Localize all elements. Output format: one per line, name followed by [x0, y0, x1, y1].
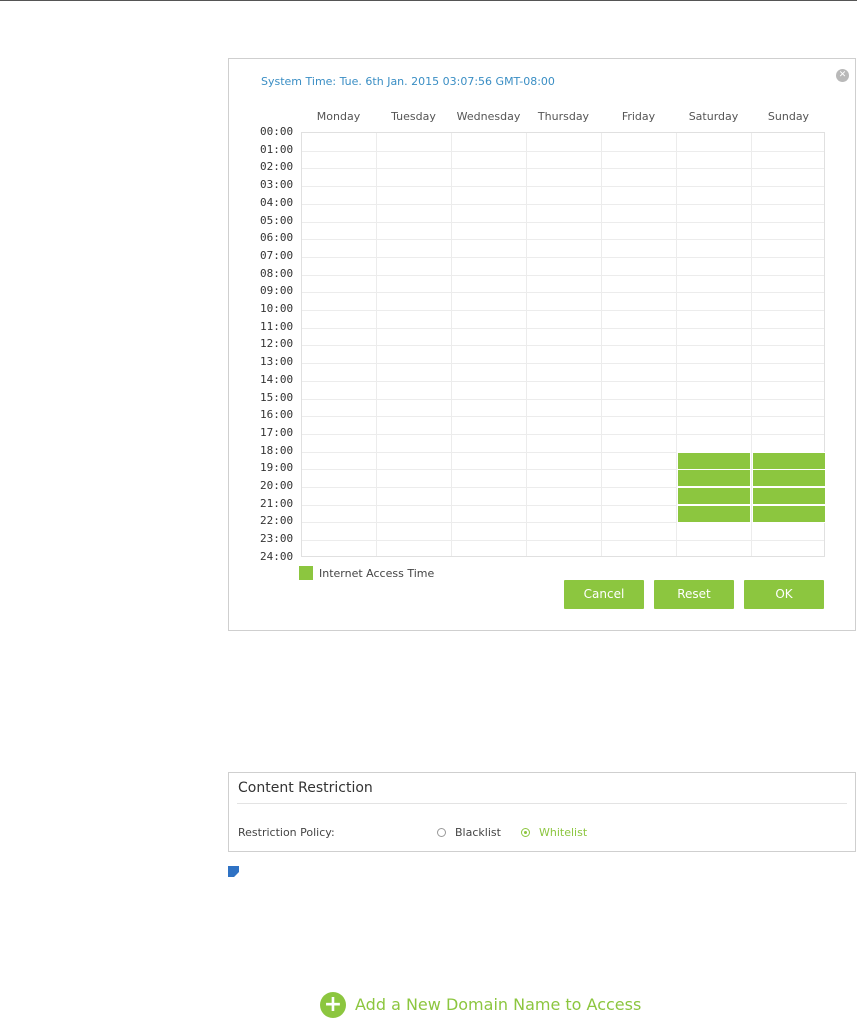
- legend-swatch: [299, 566, 313, 580]
- grid-row-line: [302, 345, 824, 346]
- grid-row-line: [302, 363, 824, 364]
- hour-label: 00:00: [260, 125, 294, 138]
- grid-row-line: [302, 151, 824, 152]
- selected-time-slot[interactable]: [677, 469, 751, 487]
- day-header-sunday: Sunday: [767, 110, 810, 123]
- day-header-tuesday: Tuesday: [391, 110, 436, 123]
- hour-label: 16:00: [260, 408, 294, 422]
- grid-row-line: [302, 275, 824, 276]
- reset-button[interactable]: Reset: [654, 580, 734, 609]
- hour-label: 07:00: [260, 248, 294, 262]
- grid-row-line: [302, 434, 824, 435]
- day-header-wednesday: Wednesday: [456, 110, 521, 123]
- hour-label: 04:00: [260, 195, 294, 209]
- hour-label: 13:00: [260, 355, 294, 369]
- whitelist-label[interactable]: Whitelist: [539, 826, 587, 839]
- grid-row-line: [302, 204, 824, 205]
- grid-row-line: [302, 328, 824, 329]
- grid-row-line: [302, 168, 824, 169]
- grid-row-line: [302, 310, 824, 311]
- system-time: System Time: Tue. 6th Jan. 2015 03:07:56…: [261, 75, 555, 88]
- note-icon: [228, 866, 239, 877]
- legend-label: Internet Access Time: [319, 567, 435, 580]
- hour-label: 24:00: [260, 549, 294, 563]
- hour-label: 06:00: [260, 231, 294, 245]
- grid-row-line: [302, 222, 824, 223]
- selected-time-slot[interactable]: [752, 469, 826, 487]
- access-schedule-dialog: System Time: Tue. 6th Jan. 2015 03:07:56…: [228, 58, 856, 631]
- content-restriction-panel: Content Restriction Restriction Policy: …: [228, 772, 856, 852]
- day-header-friday: Friday: [621, 110, 656, 123]
- hour-label: 08:00: [260, 266, 294, 280]
- hour-label: 20:00: [260, 479, 294, 492]
- selected-time-slot[interactable]: [752, 505, 826, 523]
- grid-row-line: [302, 292, 824, 293]
- grid-row-line: [302, 399, 824, 400]
- panel-title: Content Restriction: [238, 780, 373, 796]
- top-divider: [0, 0, 857, 1]
- grid-row-line: [302, 186, 824, 187]
- hour-label: 05:00: [260, 213, 294, 227]
- selected-time-slot[interactable]: [752, 452, 826, 470]
- selected-time-slot[interactable]: [752, 487, 826, 505]
- day-header-thursday: Thursday: [537, 110, 590, 123]
- hour-label: 12:00: [260, 337, 294, 351]
- ok-button[interactable]: OK: [744, 580, 824, 609]
- grid-column-line: [601, 133, 602, 556]
- hour-label: 09:00: [260, 284, 294, 298]
- grid-column-line: [526, 133, 527, 556]
- hour-label: 23:00: [260, 532, 294, 546]
- hour-label: 17:00: [260, 425, 294, 439]
- hour-label: 14:00: [260, 372, 294, 386]
- cancel-button[interactable]: Cancel: [564, 580, 644, 609]
- selected-time-slot[interactable]: [677, 505, 751, 523]
- grid-row-line: [302, 257, 824, 258]
- plus-circle-icon: +: [320, 992, 346, 1018]
- hour-label: 15:00: [260, 390, 294, 404]
- hour-label: 19:00: [260, 461, 294, 475]
- grid-row-line: [302, 540, 824, 541]
- day-header-saturday: Saturday: [688, 110, 739, 123]
- schedule-grid[interactable]: [301, 132, 826, 557]
- whitelist-radio[interactable]: [521, 828, 530, 837]
- restriction-policy-label: Restriction Policy:: [238, 826, 335, 839]
- selected-time-slot[interactable]: [677, 487, 751, 505]
- close-icon[interactable]: ✕: [836, 69, 849, 82]
- grid-row-line: [302, 381, 824, 382]
- grid-row-line: [302, 416, 824, 417]
- hour-label: 10:00: [260, 302, 294, 315]
- hour-label: 18:00: [260, 443, 294, 457]
- add-domain-label: Add a New Domain Name to Access: [355, 995, 642, 1014]
- selected-time-slot[interactable]: [677, 452, 751, 470]
- blacklist-label[interactable]: Blacklist: [455, 826, 501, 839]
- hour-label: 03:00: [260, 178, 294, 192]
- hour-label: 01:00: [260, 142, 294, 156]
- hour-label: 21:00: [260, 496, 294, 510]
- grid-column-line: [376, 133, 377, 556]
- grid-row-line: [302, 239, 824, 240]
- grid-column-line: [451, 133, 452, 556]
- day-header-monday: Monday: [316, 110, 361, 123]
- hour-label: 22:00: [260, 514, 294, 528]
- hour-label: 02:00: [260, 160, 294, 174]
- hour-label: 11:00: [260, 319, 294, 333]
- panel-divider: [237, 803, 847, 804]
- blacklist-radio[interactable]: [437, 828, 446, 837]
